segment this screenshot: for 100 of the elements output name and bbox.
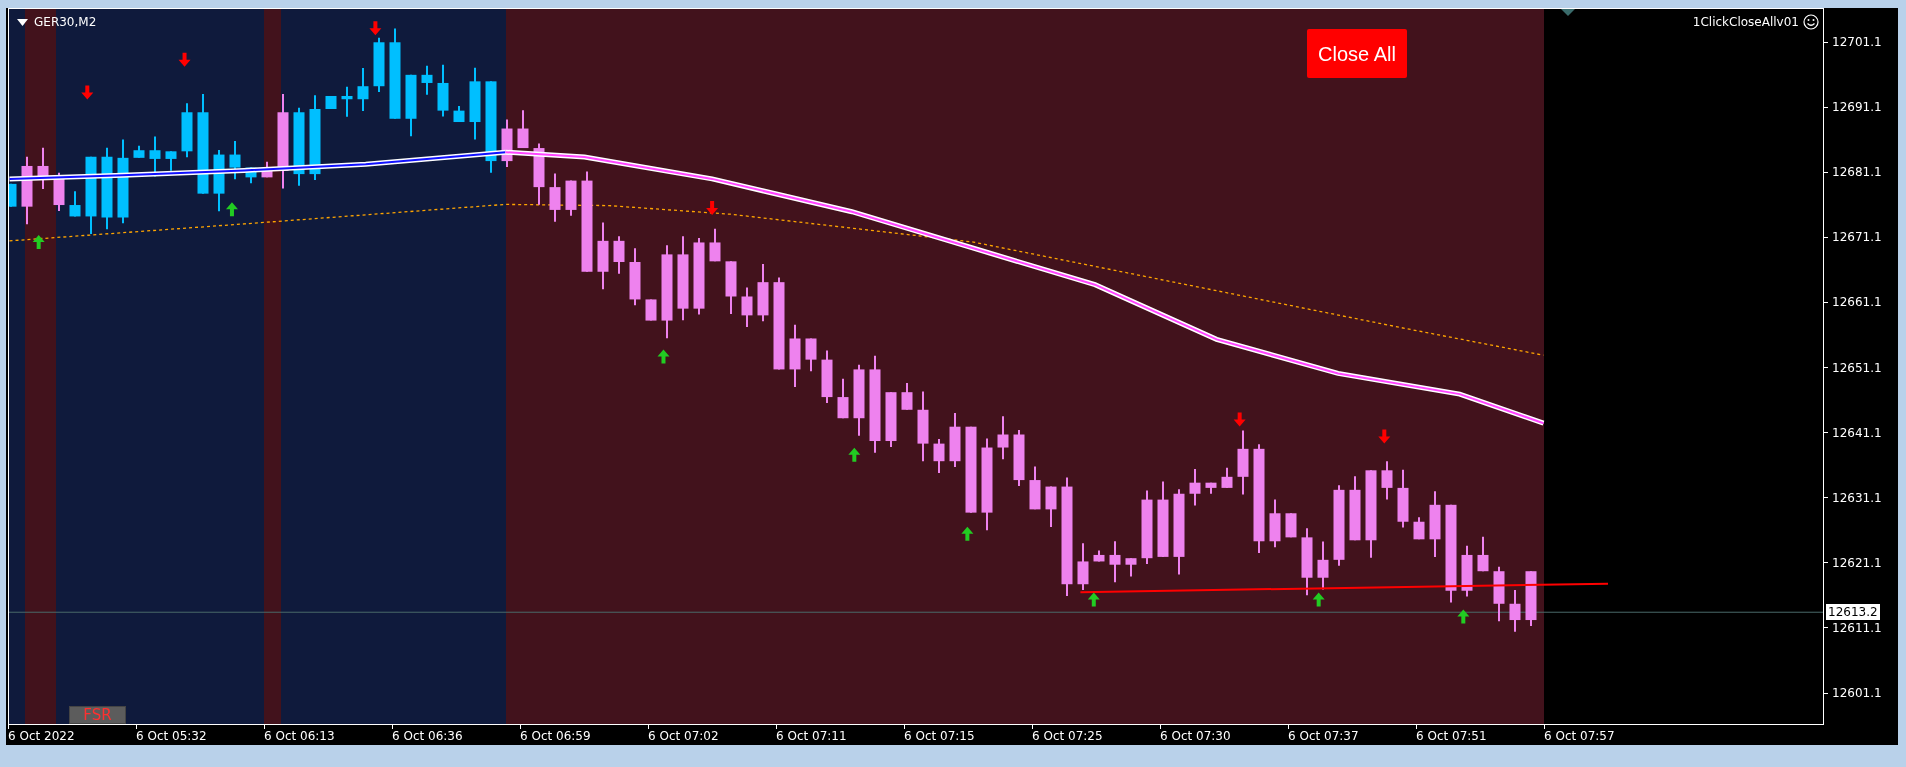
- candlestick: [9, 182, 17, 208]
- candlestick: [821, 349, 833, 404]
- candlestick: [1013, 428, 1025, 487]
- candlestick: [165, 150, 177, 172]
- buy-arrow-icon: [961, 526, 974, 541]
- candlestick: [405, 73, 417, 138]
- candlestick: [1077, 542, 1089, 592]
- sell-arrow-icon: [81, 85, 94, 100]
- candlestick: [1493, 565, 1505, 623]
- buy-arrow-icon: [1312, 592, 1325, 607]
- sell-arrow-icon: [706, 201, 719, 216]
- buy-arrow-icon: [657, 349, 670, 364]
- candlestick: [741, 286, 753, 329]
- time-axis-label: 6 Oct 06:36: [392, 729, 463, 743]
- candlestick: [1237, 429, 1249, 496]
- sell-arrow-icon: [1233, 412, 1246, 427]
- price-axis-label: 12671.1: [1832, 229, 1882, 247]
- candlestick: [421, 64, 433, 96]
- buy-arrow-icon: [225, 202, 238, 217]
- chart-shift-marker-icon[interactable]: [1561, 9, 1575, 16]
- candlestick: [1221, 466, 1233, 489]
- candlestick: [645, 298, 657, 322]
- candlestick: [325, 95, 337, 110]
- candlestick: [1045, 485, 1057, 528]
- candlestick: [613, 235, 625, 275]
- time-axis-label: 6 Oct 07:11: [776, 729, 847, 743]
- candlestick: [501, 118, 513, 168]
- candlestick: [229, 139, 241, 181]
- price-axis-label: 12681.1: [1832, 164, 1882, 182]
- candlestick: [1397, 468, 1409, 529]
- sell-arrow-icon: [369, 21, 382, 36]
- candlestick: [53, 171, 65, 212]
- time-axis-label: 6 Oct 06:13: [264, 729, 335, 743]
- candlestick: [1477, 535, 1489, 573]
- candlestick: [437, 63, 449, 118]
- candlestick: [181, 102, 193, 159]
- candlestick: [1269, 498, 1281, 549]
- time-axis-label: 6 Oct 06:59: [520, 729, 591, 743]
- buy-arrow-icon: [1457, 609, 1470, 624]
- candlestick: [885, 391, 897, 448]
- candlestick: [21, 155, 33, 226]
- candlestick: [837, 377, 849, 420]
- candlestick: [1205, 481, 1217, 495]
- fsr-badge: FSR: [69, 706, 126, 724]
- candlestick: [549, 172, 561, 223]
- candlestick: [1509, 589, 1521, 633]
- price-axis-label: 12631.1: [1832, 489, 1882, 507]
- buy-arrow-icon: [32, 235, 45, 250]
- time-axis-label: 6 Oct 07:25: [1032, 729, 1103, 743]
- candlestick: [597, 221, 609, 291]
- price-axis-label: 12651.1: [1832, 359, 1882, 377]
- candlestick: [1381, 460, 1393, 501]
- candlestick: [1029, 465, 1041, 511]
- candlestick: [341, 85, 353, 118]
- candlestick: [373, 36, 385, 94]
- candlestick: [261, 160, 273, 179]
- candlestick: [565, 179, 577, 217]
- time-axis-label: 6 Oct 07:15: [904, 729, 975, 743]
- candlestick: [453, 105, 465, 124]
- candlestick: [789, 323, 801, 388]
- price-axis-label: 12701.1: [1832, 34, 1882, 51]
- close-all-button[interactable]: Close All: [1307, 29, 1407, 78]
- candlestick: [901, 382, 913, 411]
- candlestick: [1285, 512, 1297, 539]
- smiley-icon: [1803, 14, 1819, 30]
- candlestick: [805, 337, 817, 373]
- time-axis-label: 6 Oct 07:37: [1288, 729, 1359, 743]
- candlestick: [1349, 475, 1361, 542]
- time-axis-label: 6 Oct 07:57: [1544, 729, 1615, 743]
- candlestick: [997, 415, 1009, 461]
- candlestick: [725, 260, 737, 316]
- candlestick: [757, 262, 769, 323]
- candlestick: [1429, 490, 1441, 558]
- candlestick: [37, 146, 49, 191]
- candlestick: [1413, 516, 1425, 541]
- candlestick: [709, 227, 721, 263]
- buy-arrow-icon: [1087, 592, 1100, 607]
- sell-arrow-icon: [1378, 429, 1391, 444]
- candlestick: [1301, 527, 1313, 597]
- candlestick: [517, 109, 529, 150]
- candlestick: [1525, 570, 1537, 627]
- time-axis-label: 6 Oct 2022: [8, 729, 75, 743]
- time-axis-label: 6 Oct 05:32: [136, 729, 207, 743]
- price-axis-label: 12661.1: [1832, 294, 1882, 312]
- candlestick: [933, 438, 945, 474]
- price-axis-label: 12621.1: [1832, 554, 1882, 572]
- candlestick: [1109, 540, 1121, 584]
- candlestick: [533, 142, 545, 206]
- candlestick: [69, 190, 81, 218]
- time-axis-label: 6 Oct 07:02: [648, 729, 719, 743]
- sell-arrow-icon: [178, 52, 191, 67]
- buy-arrow-icon: [848, 447, 861, 462]
- price-axis-label: 12641.1: [1832, 424, 1882, 442]
- time-axis-label: 6 Oct 07:30: [1160, 729, 1231, 743]
- price-axis-label: 12601.1: [1832, 685, 1882, 702]
- price-axis-label: 12611.1: [1832, 619, 1882, 637]
- candlestick: [213, 149, 225, 213]
- chart-symbol: GER30,M2: [34, 14, 97, 31]
- time-axis-label: 6 Oct 07:51: [1416, 729, 1487, 743]
- dropdown-triangle-icon[interactable]: [17, 18, 28, 26]
